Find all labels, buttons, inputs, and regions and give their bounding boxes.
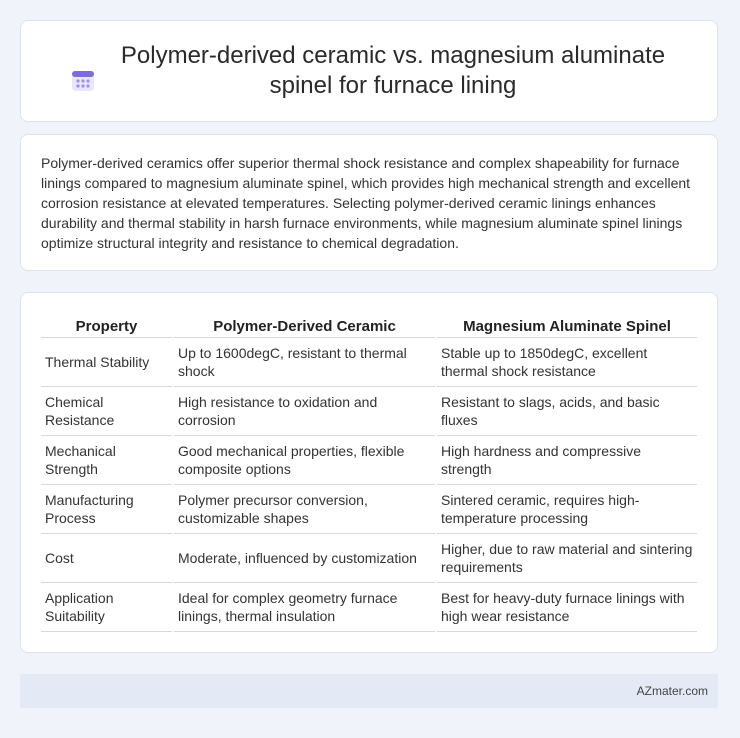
table-row: Mechanical Strength Good mechanical prop… (41, 436, 697, 485)
spinel-cell: Best for heavy-duty furnace linings with… (437, 583, 697, 632)
table-row: Thermal Stability Up to 1600degC, resist… (41, 338, 697, 387)
page-title: Polymer-derived ceramic vs. magnesium al… (120, 42, 666, 99)
comparison-table: Property Polymer-Derived Ceramic Magnesi… (39, 315, 699, 632)
column-header-magnesium-aluminate-spinel: Magnesium Aluminate Spinel (437, 315, 697, 338)
polymer-cell: Up to 1600degC, resistant to thermal sho… (174, 338, 435, 387)
footer-brand-link[interactable]: AZmater.com (637, 684, 708, 698)
spinel-cell: Sintered ceramic, requires high-temperat… (437, 485, 697, 534)
property-cell: Cost (41, 534, 172, 583)
spinel-cell: Higher, due to raw material and sinterin… (437, 534, 697, 583)
polymer-cell: Polymer precursor conversion, customizab… (174, 485, 435, 534)
property-cell: Thermal Stability (41, 338, 172, 387)
footer-bar: AZmater.com (20, 674, 718, 708)
summary-card: Polymer-derived ceramics offer superior … (20, 134, 718, 271)
table-row: Manufacturing Process Polymer precursor … (41, 485, 697, 534)
table-row: Application Suitability Ideal for comple… (41, 583, 697, 632)
column-header-polymer-derived-ceramic: Polymer-Derived Ceramic (174, 315, 435, 338)
summary-paragraph: Polymer-derived ceramics offer superior … (41, 155, 691, 251)
spinel-cell: High hardness and compressive strength (437, 436, 697, 485)
table-header-row: Property Polymer-Derived Ceramic Magnesi… (41, 315, 697, 338)
polymer-cell: High resistance to oxidation and corrosi… (174, 387, 435, 436)
property-cell: Manufacturing Process (41, 485, 172, 534)
spinel-cell: Stable up to 1850degC, excellent thermal… (437, 338, 697, 387)
table-row: Cost Moderate, influenced by customizati… (41, 534, 697, 583)
comparison-table-card: Property Polymer-Derived Ceramic Magnesi… (20, 292, 718, 653)
polymer-cell: Moderate, influenced by customization (174, 534, 435, 583)
polymer-cell: Good mechanical properties, flexible com… (174, 436, 435, 485)
spinel-cell: Resistant to slags, acids, and basic flu… (437, 387, 697, 436)
title-card: Polymer-derived ceramic vs. magnesium al… (20, 20, 718, 122)
property-cell: Mechanical Strength (41, 436, 172, 485)
polymer-cell: Ideal for complex geometry furnace linin… (174, 583, 435, 632)
property-cell: Application Suitability (41, 583, 172, 632)
property-cell: Chemical Resistance (41, 387, 172, 436)
title-wrap: Polymer-derived ceramic vs. magnesium al… (70, 41, 668, 101)
table-row: Chemical Resistance High resistance to o… (41, 387, 697, 436)
column-header-property: Property (41, 315, 172, 338)
calendar-icon (70, 67, 96, 93)
